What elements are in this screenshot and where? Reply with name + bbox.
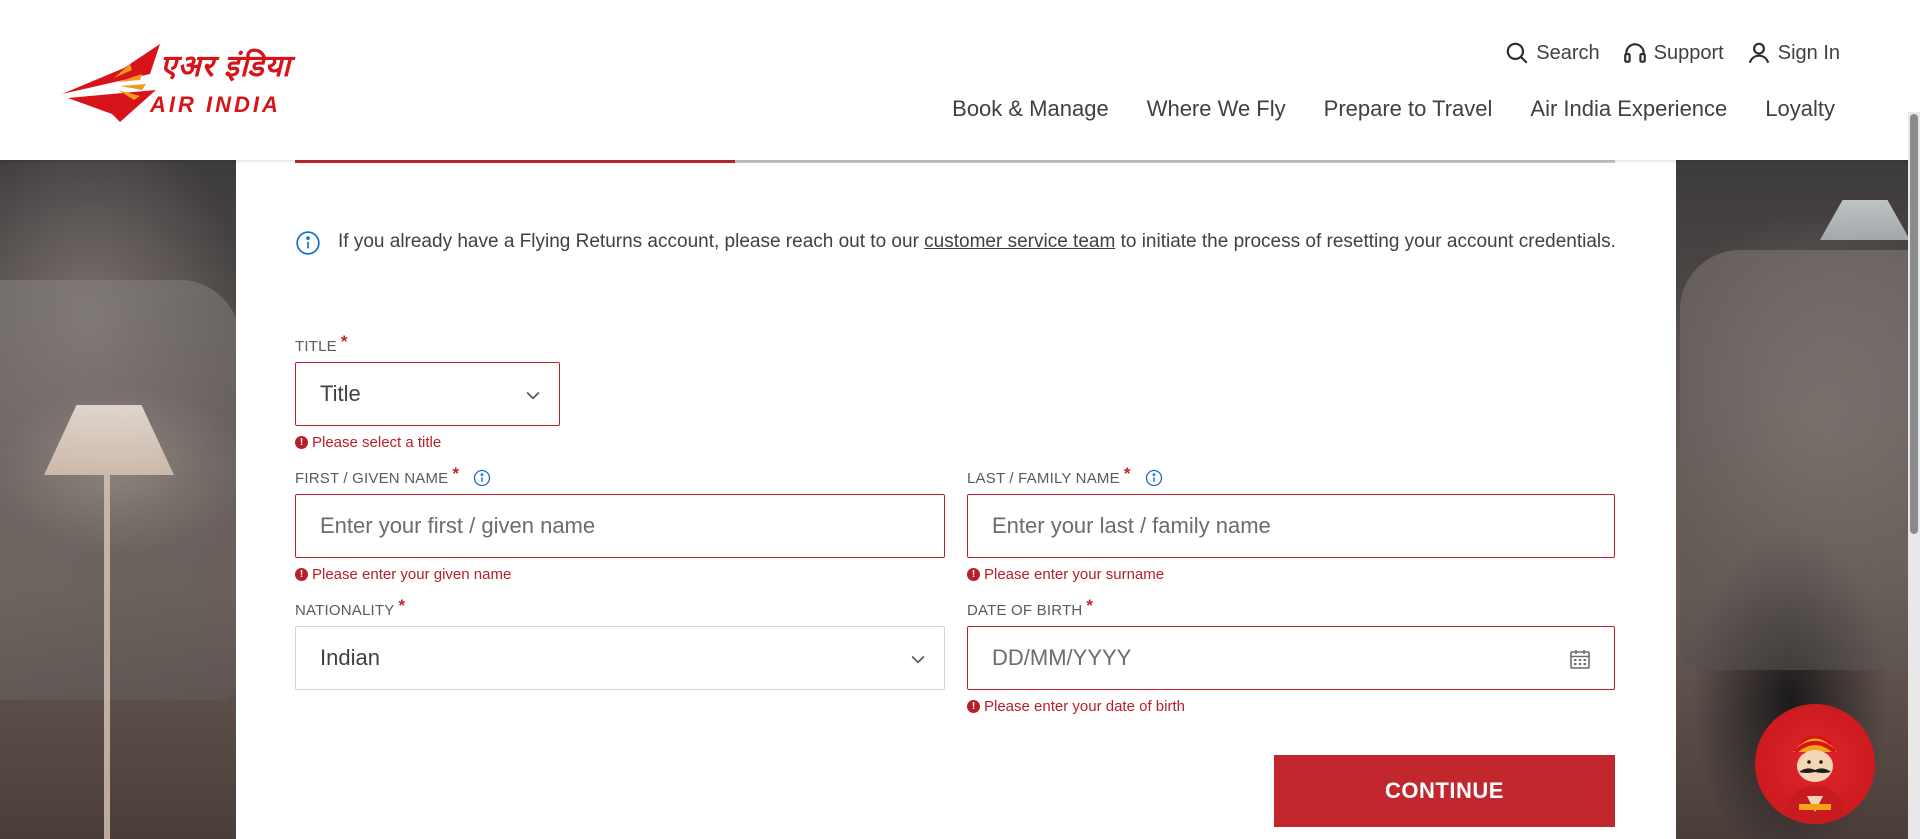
nationality-label: NATIONALITY * — [295, 596, 405, 620]
last-name-error-text: Please enter your surname — [984, 566, 1165, 583]
support-link[interactable]: Support — [1622, 40, 1724, 66]
title-select-value: Title — [320, 381, 361, 406]
site-header: एअर इंडिया AIR INDIA Search Support Sign… — [0, 0, 1920, 160]
maharaja-chat-assistant[interactable] — [1755, 704, 1875, 824]
maharaja-mascot-icon — [1785, 735, 1845, 824]
last-name-input[interactable]: Enter your last / family name — [967, 494, 1615, 558]
customer-service-link[interactable]: customer service team — [924, 231, 1115, 252]
chevron-down-icon — [911, 655, 925, 664]
info-text: If you already have a Flying Returns acc… — [338, 224, 1618, 260]
chevron-down-icon — [526, 391, 540, 400]
sign-in-link[interactable]: Sign In — [1746, 40, 1840, 66]
dob-label: DATE OF BIRTH * — [967, 596, 1093, 620]
error-icon: ! — [295, 436, 308, 449]
last-name-label-text: LAST / FAMILY NAME — [967, 469, 1120, 487]
nav-where-we-fly[interactable]: Where We Fly — [1147, 96, 1286, 122]
sign-in-label: Sign In — [1777, 41, 1840, 64]
required-marker: * — [1086, 596, 1094, 615]
nationality-label-text: NATIONALITY — [295, 601, 395, 619]
info-text-after: to initiate the process of resetting you… — [1115, 231, 1616, 252]
nav-prepare-to-travel[interactable]: Prepare to Travel — [1324, 96, 1493, 122]
main-nav: Book & Manage Where We Fly Prepare to Tr… — [952, 96, 1835, 122]
title-label-text: TITLE — [295, 337, 337, 355]
background-lamp-stem — [104, 475, 110, 839]
dob-error-text: Please enter your date of birth — [984, 698, 1185, 715]
info-icon[interactable] — [1145, 469, 1163, 487]
calendar-icon[interactable] — [1568, 647, 1592, 671]
nav-air-india-experience[interactable]: Air India Experience — [1530, 96, 1727, 122]
logo-english-text: AIR INDIA — [150, 92, 281, 117]
logo-hindi-text: एअर इंडिया — [160, 50, 291, 83]
background-chair — [0, 280, 240, 700]
dob-input[interactable]: DD/MM/YYYY — [967, 626, 1615, 690]
first-name-label-text: FIRST / GIVEN NAME — [295, 469, 449, 487]
logo-wing-icon — [62, 44, 160, 122]
step-progress-fill — [295, 160, 735, 163]
background-chair — [1680, 250, 1920, 670]
utility-nav: Search Support Sign In — [1504, 40, 1840, 66]
first-name-label: FIRST / GIVEN NAME * — [295, 464, 491, 488]
title-error-text: Please select a title — [312, 434, 442, 451]
step-progress-bar — [295, 160, 1615, 163]
first-name-error: ! Please enter your given name — [295, 566, 511, 583]
info-text-before: If you already have a Flying Returns acc… — [338, 231, 925, 252]
dob-placeholder: DD/MM/YYYY — [992, 645, 1132, 670]
headset-icon — [1623, 43, 1646, 63]
air-india-logo[interactable]: एअर इंडिया AIR INDIA — [62, 44, 322, 128]
info-icon[interactable] — [473, 469, 491, 487]
search-link[interactable]: Search — [1504, 40, 1600, 66]
nationality-value: Indian — [320, 645, 380, 670]
continue-button[interactable]: CONTINUE — [1274, 755, 1615, 827]
dob-label-text: DATE OF BIRTH — [967, 601, 1083, 619]
title-error: ! Please select a title — [295, 434, 441, 451]
required-marker: * — [452, 464, 460, 483]
search-icon — [1507, 42, 1528, 64]
required-marker: * — [1123, 464, 1131, 483]
required-marker: * — [398, 596, 406, 615]
page-scrollbar-thumb[interactable] — [1910, 114, 1918, 534]
registration-form-card: If you already have a Flying Returns acc… — [236, 160, 1676, 839]
first-name-input[interactable]: Enter your first / given name — [295, 494, 945, 558]
user-icon — [1748, 42, 1769, 64]
title-label: TITLE * — [295, 332, 348, 356]
last-name-label: LAST / FAMILY NAME * — [967, 464, 1163, 488]
last-name-error: ! Please enter your surname — [967, 566, 1164, 583]
dob-error: ! Please enter your date of birth — [967, 698, 1185, 715]
info-icon — [296, 231, 320, 255]
error-icon: ! — [967, 568, 980, 581]
last-name-placeholder: Enter your last / family name — [992, 513, 1271, 538]
error-icon: ! — [967, 700, 980, 713]
error-icon: ! — [295, 568, 308, 581]
title-select[interactable]: Title — [295, 362, 560, 426]
first-name-error-text: Please enter your given name — [312, 566, 512, 583]
nav-loyalty[interactable]: Loyalty — [1765, 96, 1835, 122]
required-marker: * — [340, 332, 348, 351]
search-label: Search — [1536, 41, 1600, 64]
nav-book-manage[interactable]: Book & Manage — [952, 96, 1109, 122]
support-label: Support — [1653, 41, 1724, 64]
first-name-placeholder: Enter your first / given name — [320, 513, 596, 538]
nationality-select[interactable]: Indian — [295, 626, 945, 690]
